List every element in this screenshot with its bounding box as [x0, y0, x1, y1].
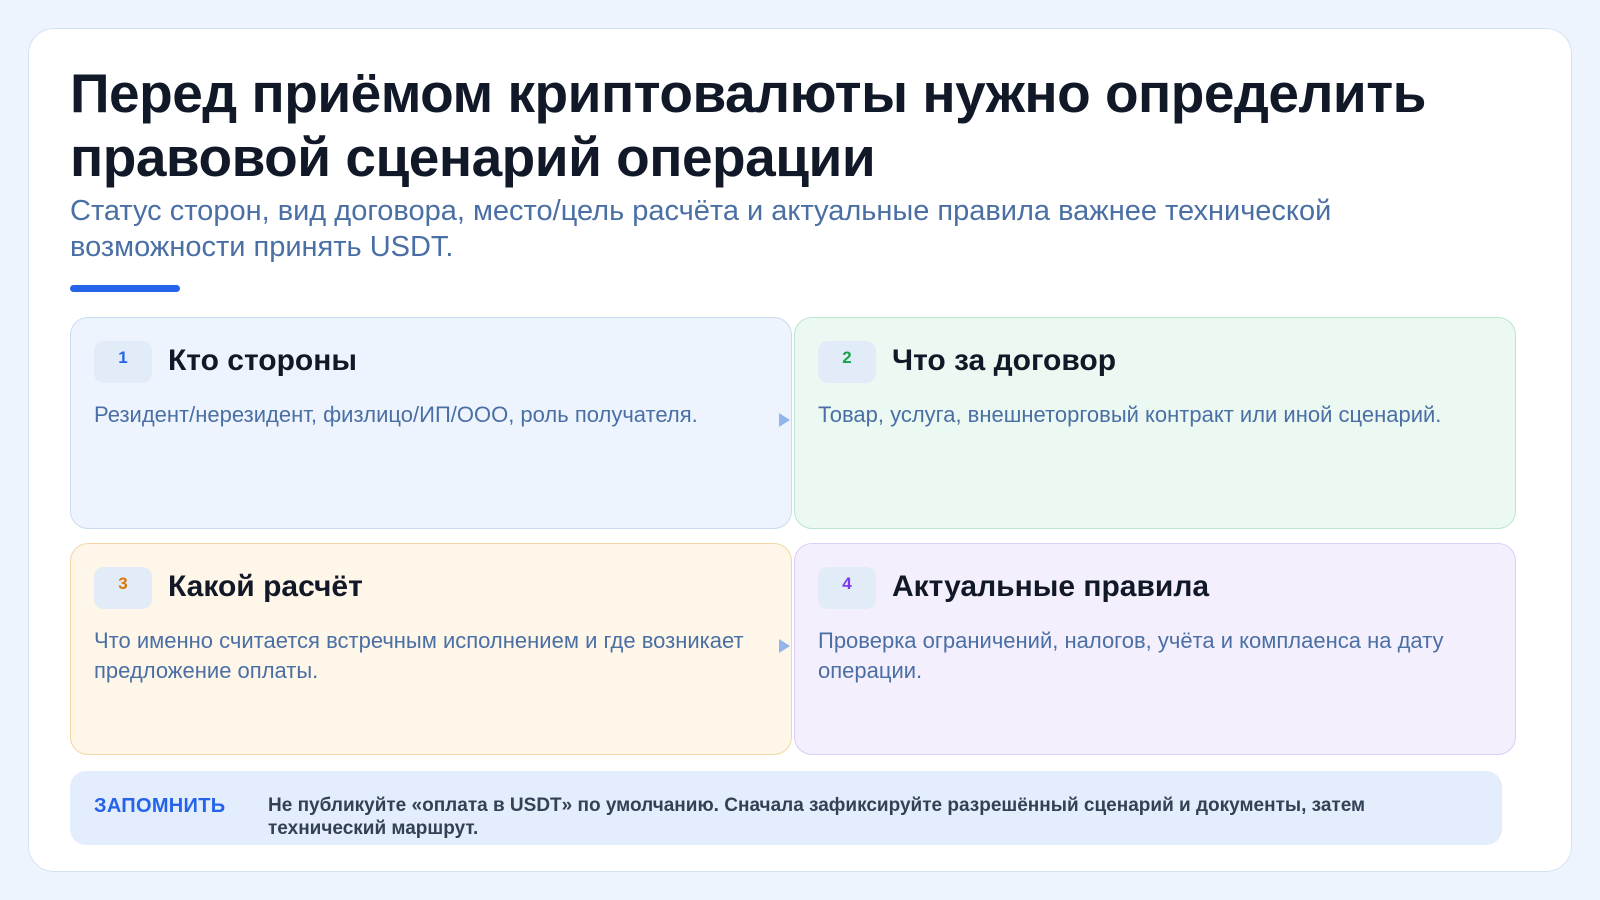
- step-card-parties: 1 Кто стороны Резидент/нерезидент, физли…: [70, 317, 792, 529]
- arrow-right-icon: [779, 413, 790, 427]
- slide-card: Перед приёмом криптовалюты нужно определ…: [28, 28, 1572, 872]
- remember-note: ЗАПОМНИТЬ Не публикуйте «оплата в USDT» …: [70, 771, 1502, 845]
- page-title: Перед приёмом криптовалюты нужно определ…: [70, 62, 1426, 188]
- arrow-right-icon: [779, 639, 790, 653]
- note-text: Не публикуйте «оплата в USDT» по умолчан…: [268, 795, 1366, 839]
- step-card-settlement: 3 Какой расчёт Что именно считается встр…: [70, 543, 792, 755]
- step-number-badge: 2: [818, 341, 876, 383]
- step-card-rules: 4 Актуальные правила Проверка ограничени…: [794, 543, 1516, 755]
- note-label: ЗАПОМНИТЬ: [94, 795, 226, 817]
- step-number-badge: 3: [94, 567, 152, 609]
- step-number-badge: 4: [818, 567, 876, 609]
- page-subtitle: Статус сторон, вид договора, место/цель …: [70, 195, 1332, 263]
- accent-bar: [70, 285, 180, 292]
- step-title: Кто стороны: [168, 344, 357, 377]
- step-title: Какой расчёт: [168, 570, 363, 603]
- step-description: Товар, услуга, внешнеторговый контракт и…: [818, 402, 1442, 427]
- step-description: Проверка ограничений, налогов, учёта и к…: [818, 628, 1444, 683]
- step-title: Актуальные правила: [892, 570, 1210, 603]
- step-card-contract: 2 Что за договор Товар, услуга, внешнето…: [794, 317, 1516, 529]
- step-description: Что именно считается встречным исполнени…: [94, 628, 744, 683]
- step-description: Резидент/нерезидент, физлицо/ИП/ООО, рол…: [94, 402, 698, 427]
- step-number-badge: 1: [94, 341, 152, 383]
- step-title: Что за договор: [892, 344, 1117, 377]
